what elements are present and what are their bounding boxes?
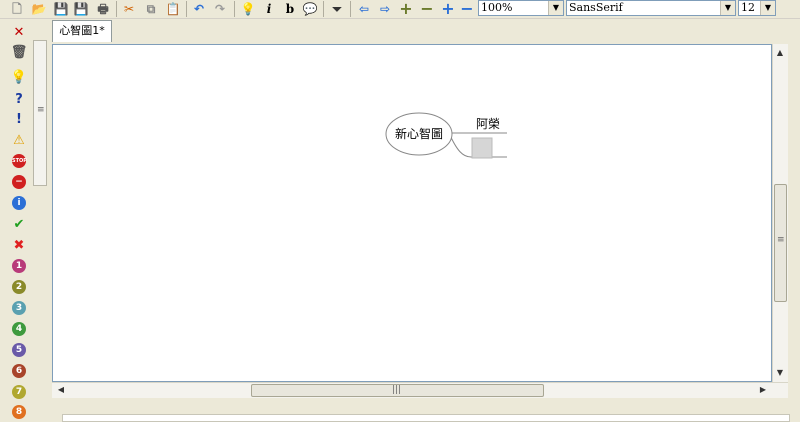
toolbar-separator <box>350 1 351 17</box>
scroll-right-icon[interactable]: ▶ <box>756 383 770 397</box>
add-olive-icon[interactable]: + <box>398 1 414 17</box>
tab-label: 心智圖1* <box>59 24 105 37</box>
save-as-icon[interactable]: 💾 <box>73 1 89 17</box>
speech-bubble-icon[interactable]: 💬 <box>302 1 318 17</box>
priority-6-icon[interactable]: 6 <box>11 363 27 379</box>
toolbar-separator <box>116 1 117 17</box>
tab-mindmap-1[interactable]: 心智圖1* <box>52 20 112 42</box>
priority-5-icon[interactable]: 5 <box>11 342 27 358</box>
window-right-edge <box>789 20 800 420</box>
no-entry-icon[interactable]: − <box>11 174 27 190</box>
zoom-value: 100% <box>481 1 513 14</box>
cut-icon[interactable]: ✂ <box>121 1 137 17</box>
scroll-up-icon[interactable]: ▲ <box>773 46 787 60</box>
remove-icon-icon[interactable]: ✕ <box>11 24 27 40</box>
priority-4-icon[interactable]: 4 <box>11 321 27 337</box>
lightbulb-icon[interactable]: 💡 <box>240 1 256 17</box>
scroll-grip: ||| <box>392 385 402 395</box>
font-combo[interactable]: SansSerif ▼ <box>566 0 736 16</box>
font-value: SansSerif <box>569 1 623 14</box>
print-icon[interactable]: 🖶 <box>95 1 111 17</box>
sidebar-scrollbar[interactable]: ≡ <box>33 40 47 186</box>
warning-icon[interactable]: ⚠ <box>11 132 27 148</box>
new-file-icon[interactable]: 🗋 <box>9 1 25 17</box>
tab-bar: 心智圖1* <box>50 20 800 44</box>
priority-3-icon[interactable]: 3 <box>11 300 27 316</box>
selected-empty-node[interactable] <box>471 137 493 159</box>
scroll-grip: ≡ <box>777 235 785 245</box>
vertical-scroll-thumb[interactable]: ≡ <box>774 184 787 302</box>
cross-icon[interactable]: ✖ <box>11 237 27 253</box>
save-icon[interactable]: 💾 <box>53 1 69 17</box>
size-combo[interactable]: 12 ▼ <box>738 0 776 16</box>
checkmark-icon[interactable]: ✔ <box>11 216 27 232</box>
open-folder-icon[interactable]: 📂 <box>31 1 47 17</box>
bold-icon[interactable]: b <box>282 1 298 17</box>
exclamation-icon[interactable]: ! <box>11 111 27 127</box>
undo-icon[interactable]: ↶ <box>191 1 207 17</box>
chevron-down-icon[interactable]: ▼ <box>760 1 775 15</box>
priority-7-icon[interactable]: 7 <box>11 384 27 400</box>
notes-panel <box>52 402 800 422</box>
horizontal-scroll-thumb[interactable]: ||| <box>251 384 544 397</box>
arrow-right-icon[interactable]: ⇨ <box>377 1 393 17</box>
zoom-out-icon[interactable]: − <box>459 1 475 17</box>
toolbar-separator <box>186 1 187 17</box>
stop-icon[interactable]: STOP <box>11 153 27 169</box>
child-node-label[interactable]: 阿榮 <box>476 117 500 131</box>
mindmap-svg: 新心智圖 阿榮 <box>385 112 507 159</box>
scroll-down-icon[interactable]: ▼ <box>773 366 787 380</box>
toolbar-separator <box>323 1 324 17</box>
zoom-in-icon[interactable]: + <box>440 1 456 17</box>
trash-icon[interactable]: 🗑 <box>11 44 28 60</box>
notes-editor[interactable] <box>62 414 790 422</box>
scroll-left-icon[interactable]: ◀ <box>54 383 68 397</box>
scroll-grip: ≡ <box>37 105 45 115</box>
mindmap-canvas[interactable]: 新心智圖 阿榮 <box>52 44 772 382</box>
paste-icon[interactable]: 📋 <box>165 1 181 17</box>
zoom-combo[interactable]: 100% ▼ <box>478 0 564 16</box>
redo-icon[interactable]: ↷ <box>212 1 228 17</box>
remove-olive-icon[interactable]: − <box>419 1 435 17</box>
filter-icon[interactable]: ⏷ <box>329 1 345 17</box>
priority-1-icon[interactable]: 1 <box>11 258 27 274</box>
root-node-label: 新心智圖 <box>395 126 443 141</box>
priority-8-icon[interactable]: 8 <box>11 404 27 420</box>
chevron-down-icon[interactable]: ▼ <box>720 1 735 15</box>
chevron-down-icon[interactable]: ▼ <box>548 1 563 15</box>
lightbulb-icon[interactable]: 💡 <box>11 69 27 85</box>
italic-icon[interactable]: i <box>261 1 277 17</box>
size-value: 12 <box>741 1 755 14</box>
canvas-vertical-scrollbar[interactable]: ▲ ≡ ▼ <box>772 44 788 382</box>
question-icon[interactable]: ? <box>11 91 27 107</box>
toolbar-separator <box>234 1 235 17</box>
main-toolbar: 🗋 📂 💾 💾 🖶 ✂ ⧉ 📋 ↶ ↷ 💡 i b 💬 ⏷ ⇦ ⇨ + − + … <box>0 0 800 19</box>
arrow-left-icon[interactable]: ⇦ <box>356 1 372 17</box>
icon-sidebar: ✕ 🗑 💡 ? ! ⚠ STOP − i ✔ ✖ 1 2 3 4 5 6 7 8 <box>0 20 30 420</box>
copy-icon[interactable]: ⧉ <box>143 1 159 17</box>
canvas-horizontal-scrollbar[interactable]: ◀ ||| ▶ <box>52 382 788 398</box>
info-icon[interactable]: i <box>11 195 27 211</box>
priority-2-icon[interactable]: 2 <box>11 279 27 295</box>
